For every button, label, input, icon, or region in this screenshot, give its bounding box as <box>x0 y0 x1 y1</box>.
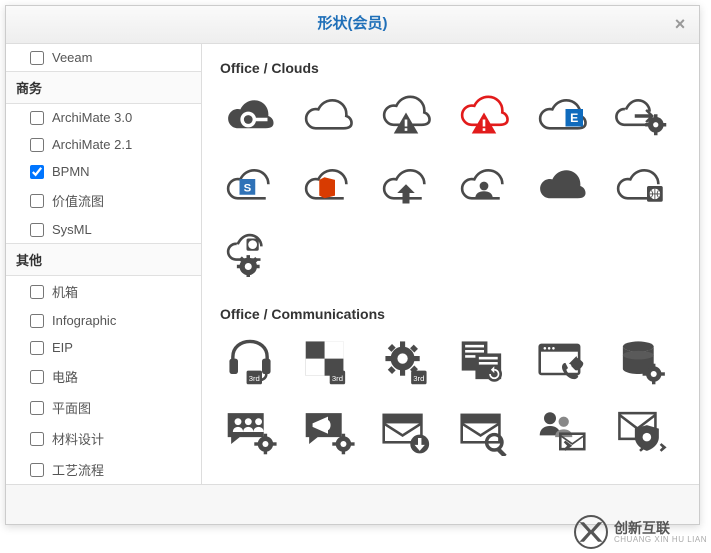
sidebar-checkbox[interactable] <box>30 165 44 179</box>
sidebar-item[interactable]: ArchiMate 3.0 <box>6 104 201 131</box>
sidebar-group: 商务 <box>6 71 201 104</box>
sidebar-checkbox[interactable] <box>30 401 44 415</box>
cloud-alert-red-icon[interactable] <box>454 86 514 146</box>
shapes-dialog: 形状(会员) × Veeam 商务 ArchiMate 3.0 ArchiMate 2… <box>5 5 700 525</box>
category-sidebar[interactable]: Veeam 商务 ArchiMate 3.0 ArchiMate 2.1 BPMN 价值流… <box>6 44 202 484</box>
sidebar-item-label: ArchiMate 2.1 <box>52 137 132 152</box>
sidebar-checkbox[interactable] <box>30 370 44 384</box>
dialog-body: Veeam 商务 ArchiMate 3.0 ArchiMate 2.1 BPMN 价值流… <box>6 44 699 484</box>
sidebar-item[interactable]: SysML <box>6 216 201 243</box>
sidebar-item[interactable]: BPMN <box>6 158 201 185</box>
sidebar-item[interactable]: 工艺流程 <box>6 454 201 484</box>
sidebar-checkbox[interactable] <box>30 194 44 208</box>
section-title-comms: Office / Communications <box>220 306 685 322</box>
sidebar-item[interactable]: Infographic <box>6 307 201 334</box>
sidebar-item-label: 机箱 <box>52 282 78 301</box>
sidebar-item-label: 平面图 <box>52 398 91 417</box>
megaphone-gear-icon[interactable] <box>298 402 358 462</box>
sidebar-checkbox[interactable] <box>30 223 44 237</box>
svg-text:3rd: 3rd <box>249 374 260 383</box>
sidebar-item-label: ArchiMate 3.0 <box>52 110 132 125</box>
dialog-title: 形状(会员) <box>318 15 388 32</box>
sidebar-item-label: SysML <box>52 222 92 237</box>
sidebar-checkbox[interactable] <box>30 341 44 355</box>
users-mail-arrow-icon[interactable] <box>532 402 592 462</box>
forms-refresh-icon[interactable] <box>454 332 514 392</box>
sidebar-item[interactable]: 机箱 <box>6 276 201 307</box>
icon-grid-clouds: E S <box>220 86 685 286</box>
puzzle-3rd-icon[interactable]: 3rd <box>298 332 358 392</box>
cloud-office-icon[interactable] <box>298 156 358 216</box>
watermark-logo-icon <box>574 515 608 549</box>
sidebar-checkbox[interactable] <box>30 138 44 152</box>
cloud-upload-icon[interactable] <box>376 156 436 216</box>
icon-grid-comms: 3rd 3rd 3rd <box>220 332 685 462</box>
sidebar-item-label: Veeam <box>52 50 92 65</box>
sidebar-checkbox[interactable] <box>30 463 44 477</box>
watermark-py: CHUANG XIN HU LIAN <box>614 535 707 544</box>
mail-search-icon[interactable] <box>454 402 514 462</box>
chat-users-gear-icon[interactable] <box>220 402 280 462</box>
window-phone-icon[interactable] <box>532 332 592 392</box>
sidebar-item[interactable]: 价值流图 <box>6 185 201 216</box>
cloud-exchange-icon[interactable]: E <box>532 86 592 146</box>
sidebar-item-label: BPMN <box>52 164 90 179</box>
sidebar-item[interactable]: ArchiMate 2.1 <box>6 131 201 158</box>
cloud-alert-outline-icon[interactable] <box>376 86 436 146</box>
dialog-header: 形状(会员) × <box>6 6 699 44</box>
sidebar-item-label: 价值流图 <box>52 191 104 210</box>
sidebar-item[interactable]: EIP <box>6 334 201 361</box>
database-gear-icon[interactable] <box>610 332 670 392</box>
mail-shield-arrows-icon[interactable] <box>610 402 670 462</box>
close-icon[interactable]: × <box>669 14 691 36</box>
sidebar-item-label: Infographic <box>52 313 116 328</box>
cloud-user-icon[interactable] <box>454 156 514 216</box>
sidebar-item[interactable]: 电路 <box>6 361 201 392</box>
cloud-outline-icon[interactable] <box>298 86 358 146</box>
svg-text:S: S <box>244 182 252 194</box>
sidebar-checkbox[interactable] <box>30 285 44 299</box>
sidebar-item-label: 电路 <box>52 367 78 386</box>
headset-3rd-icon[interactable]: 3rd <box>220 332 280 392</box>
sidebar-group: 其他 <box>6 243 201 276</box>
cloud-solid-ring-icon[interactable] <box>220 86 280 146</box>
sidebar-checkbox[interactable] <box>30 314 44 328</box>
mail-download-icon[interactable] <box>376 402 436 462</box>
gear-3rd-icon[interactable]: 3rd <box>376 332 436 392</box>
shape-content[interactable]: Office / Clouds E <box>202 44 699 484</box>
sidebar-item-label: 工艺流程 <box>52 460 104 479</box>
sidebar-checkbox[interactable] <box>30 111 44 125</box>
sidebar-item[interactable]: 材料设计 <box>6 423 201 454</box>
cloud-arrow-gear-icon[interactable] <box>610 86 670 146</box>
watermark-text: 创新互联 CHUANG XIN HU LIAN <box>614 521 707 544</box>
sidebar-item-label: EIP <box>52 340 73 355</box>
sidebar-item[interactable]: 平面图 <box>6 392 201 423</box>
watermark-cn: 创新互联 <box>614 521 707 535</box>
cloud-globe-gear-icon[interactable] <box>220 226 280 286</box>
svg-text:3rd: 3rd <box>332 374 343 383</box>
svg-text:3rd: 3rd <box>413 374 424 383</box>
sidebar-checkbox[interactable] <box>30 51 44 65</box>
cloud-filled-icon[interactable] <box>532 156 592 216</box>
sidebar-checkbox[interactable] <box>30 432 44 446</box>
watermark: 创新互联 CHUANG XIN HU LIAN <box>574 515 707 549</box>
section-title-clouds: Office / Clouds <box>220 60 685 76</box>
cloud-globe-icon[interactable] <box>610 156 670 216</box>
sidebar-item-label: 材料设计 <box>52 429 104 448</box>
cloud-sharepoint-icon[interactable]: S <box>220 156 280 216</box>
svg-text:E: E <box>570 111 578 125</box>
sidebar-item[interactable]: Veeam <box>6 44 201 71</box>
